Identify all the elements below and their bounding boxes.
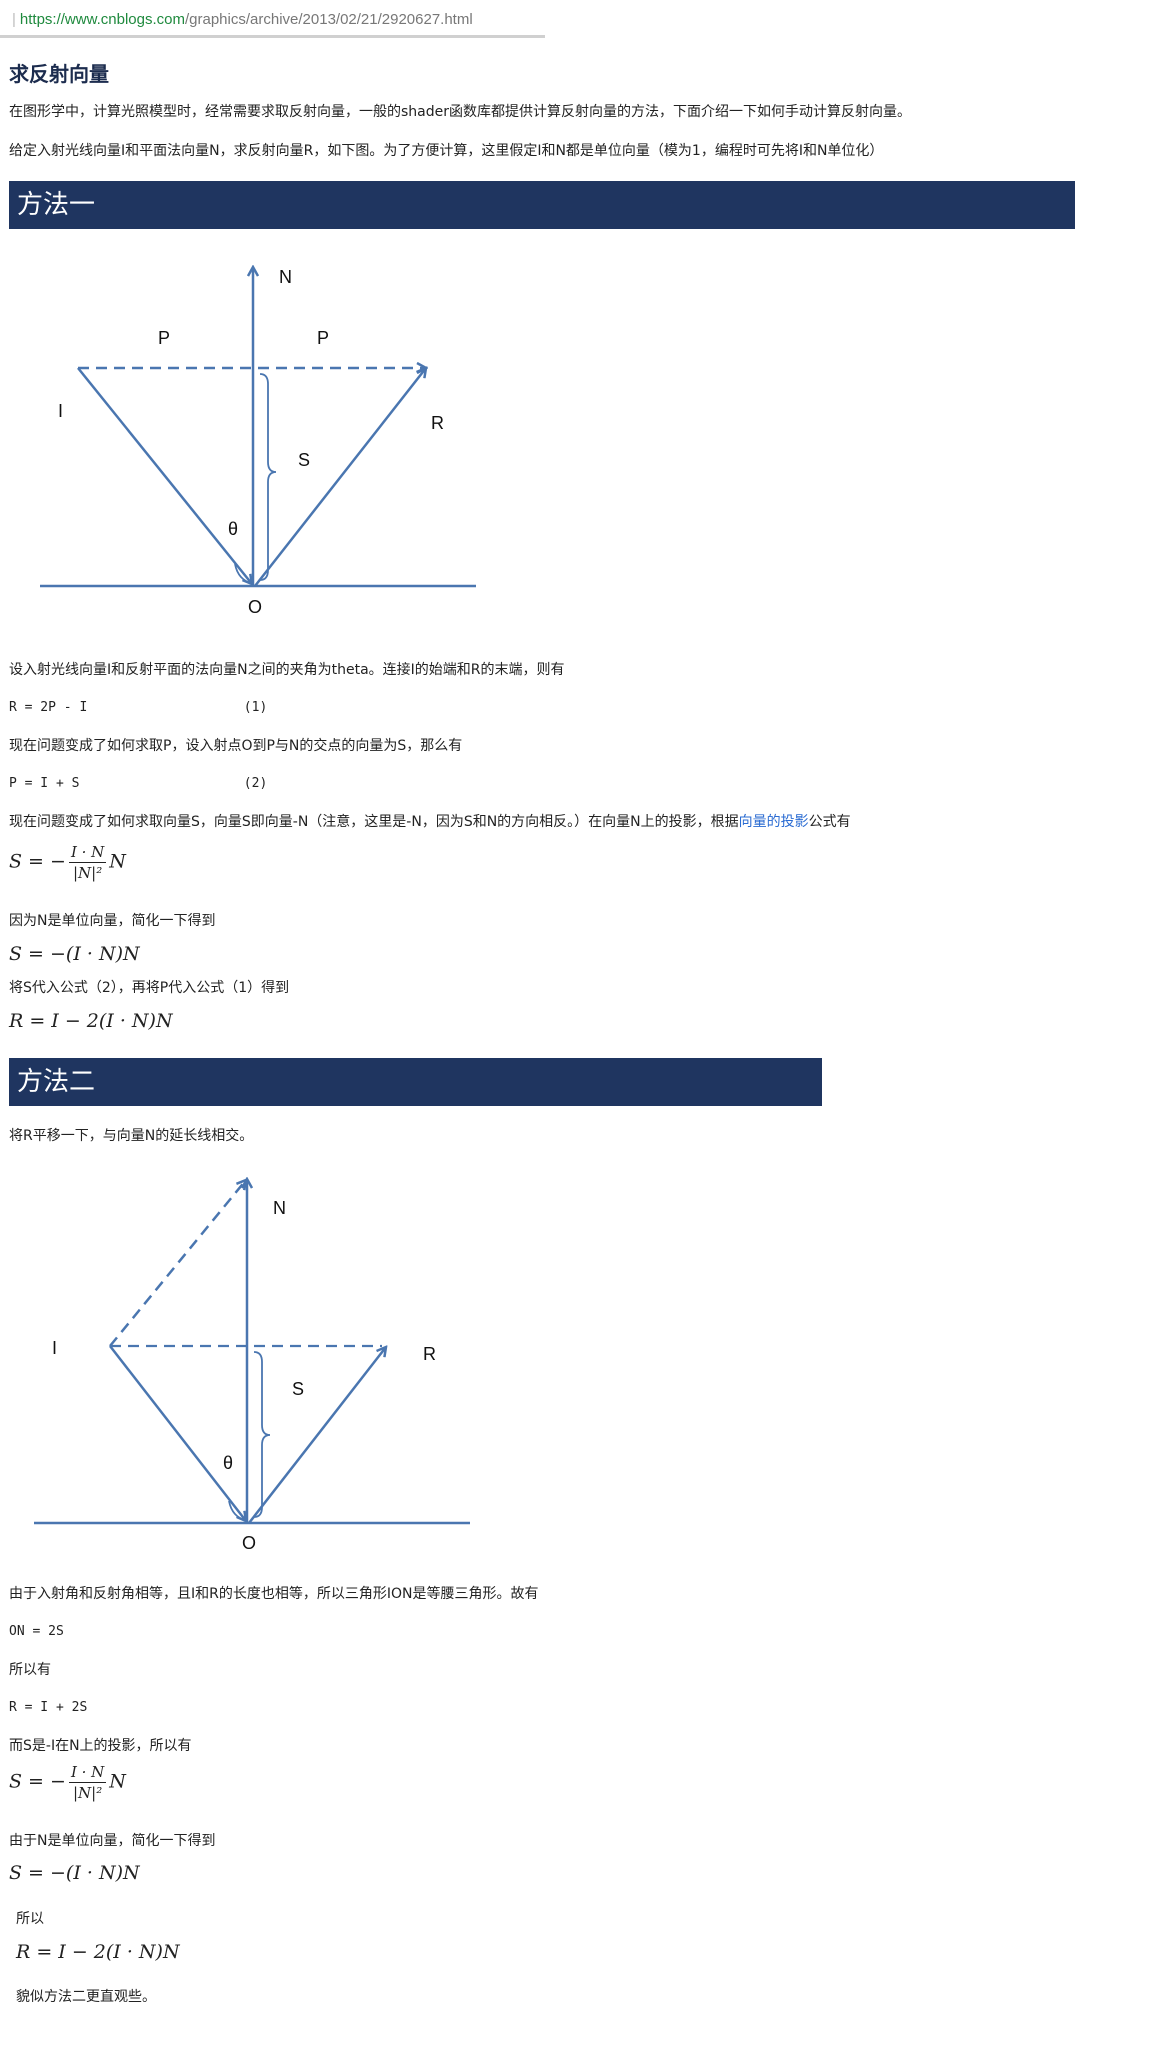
- intro-paragraph-2: 给定入射光线向量I和平面法向量N，求反射向量R，如下图。为了方便计算，这里假定I…: [9, 143, 884, 159]
- method2-paragraph-2: 由于入射角和反射角相等，且I和R的长度也相等，所以三角形ION是等腰三角形。故有: [9, 1586, 539, 1602]
- translated-r-dashed: [109, 1180, 246, 1347]
- label-theta: θ: [228, 519, 238, 539]
- method2-paragraph-4: 而S是-I在N上的投影，所以有: [9, 1738, 192, 1754]
- method1-paragraph-3-end: 公式有: [808, 814, 851, 830]
- method2-paragraph-1: 将R平移一下，与向量N的延长线相交。: [9, 1128, 254, 1144]
- method1-paragraph-3: 现在问题变成了如何求取向量S，向量S即向量-N（注意，这里是-N，因为S和N的方…: [9, 812, 851, 832]
- method1-paragraph-4: 因为N是单位向量，简化一下得到: [9, 913, 216, 929]
- label-s: S: [292, 1379, 304, 1399]
- label-theta: θ: [223, 1453, 233, 1473]
- incident-vector-i: [77, 367, 252, 584]
- label-o: O: [248, 597, 262, 617]
- method1-formula-s-full: S = − I · N |N|² N: [9, 843, 126, 882]
- method1-diagram: N P P I R S θ O: [40, 250, 476, 617]
- method1-formula-s-simple: S = −(I · N)N: [9, 943, 140, 965]
- label-r: R: [431, 413, 444, 433]
- label-n: N: [273, 1198, 286, 1218]
- vector-projection-link[interactable]: 向量的投影: [739, 814, 809, 830]
- label-n: N: [279, 267, 292, 287]
- method1-paragraph-3-start: 现在问题变成了如何求取向量S，向量S即向量-N（注意，这里是-N，因为S和N的方…: [9, 814, 739, 830]
- label-i: I: [52, 1338, 57, 1358]
- method1-equation-2: P = I + S (2): [9, 776, 268, 791]
- url-path: /graphics/archive/2013/02/21/2920627.htm…: [184, 11, 473, 28]
- label-s: S: [298, 450, 310, 470]
- method2-paragraph-3: 所以有: [9, 1662, 51, 1678]
- method1-paragraph-2: 现在问题变成了如何求取P，设入射点O到P与N的交点的向量为S，那么有: [9, 738, 463, 754]
- method2-heading: 方法二: [9, 1058, 822, 1106]
- label-p-right: P: [317, 328, 329, 348]
- page-title: 求反射向量: [9, 62, 109, 86]
- method2-paragraph-5: 由于N是单位向量，简化一下得到: [9, 1833, 216, 1849]
- address-bar[interactable]: | https://www.cnblogs.com/graphics/archiv…: [0, 0, 545, 38]
- url-host: https://www.cnblogs.com: [19, 11, 185, 28]
- label-i: I: [58, 401, 63, 421]
- method1-equation-1: R = 2P - I (1): [9, 700, 268, 715]
- label-o: O: [242, 1533, 256, 1550]
- method1-paragraph-1: 设入射光线向量I和反射平面的法向量N之间的夹角为theta。连接I的始端和R的末…: [9, 662, 565, 678]
- label-p-left: P: [158, 328, 170, 348]
- intro-paragraph-1: 在图形学中，计算光照模型时，经常需要求取反射向量，一般的shader函数库都提供…: [9, 104, 911, 120]
- method2-paragraph-6: 所以: [16, 1911, 44, 1927]
- reflected-vector-r: [254, 368, 426, 587]
- method1-paragraph-5: 将S代入公式（2），再将P代入公式（1）得到: [9, 980, 290, 996]
- method1-heading: 方法一: [9, 181, 1075, 229]
- label-r: R: [423, 1344, 436, 1364]
- method1-formula-r: R = I − 2(I · N)N: [9, 1010, 173, 1032]
- address-bar-divider: |: [12, 11, 16, 28]
- method2-formula-s-simple: S = −(I · N)N: [9, 1862, 140, 1884]
- method2-formula-s-full: S = − I · N |N|² N: [9, 1763, 126, 1802]
- method2-equation-1: ON = 2S: [9, 1624, 64, 1639]
- method2-equation-2: R = I + 2S: [9, 1700, 88, 1715]
- method2-formula-r: R = I − 2(I · N)N: [16, 1941, 180, 1963]
- s-brace: [253, 1351, 271, 1518]
- incident-vector-i: [109, 1345, 246, 1521]
- s-brace: [259, 373, 277, 581]
- method2-paragraph-7: 貌似方法二更直观些。: [16, 1989, 156, 2005]
- method2-diagram: N I R S θ O: [34, 1165, 470, 1550]
